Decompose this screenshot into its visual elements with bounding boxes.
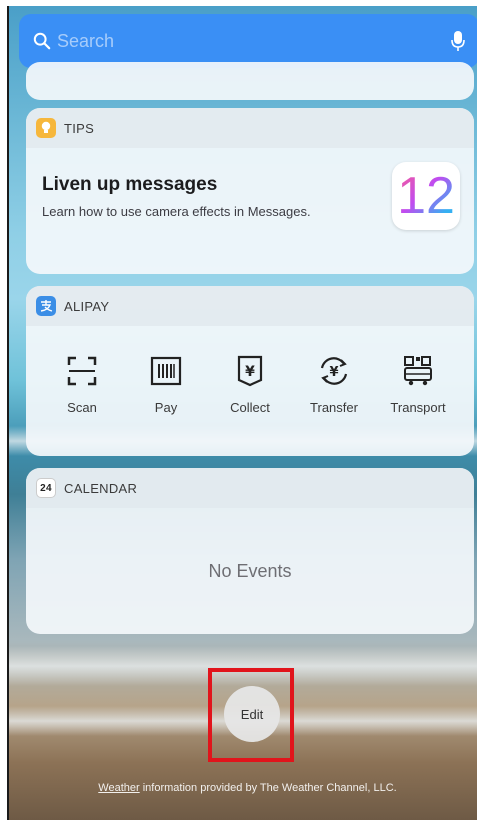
widget-partial — [26, 62, 474, 100]
today-view-screen: Search TIPS Liven up messages Learn how … — [7, 6, 477, 820]
calendar-icon-day: 24 — [40, 482, 52, 494]
qr-bus-icon — [404, 356, 432, 386]
scan-icon — [67, 356, 97, 386]
alipay-transport-button[interactable]: Transport — [376, 354, 460, 415]
calendar-no-events: No Events — [208, 560, 292, 581]
search-icon — [33, 32, 51, 50]
barcode-icon — [150, 356, 182, 386]
transport-label: Transport — [390, 400, 446, 415]
alipay-collect-button[interactable]: ¥ Collect — [208, 354, 292, 415]
alipay-transfer-button[interactable]: ¥ Transfer — [292, 354, 376, 415]
alipay-widget[interactable]: ALIPAY Scan Pay ¥ Collect ¥ Transfer Tra… — [26, 286, 474, 456]
scan-label: Scan — [67, 400, 97, 415]
weather-attribution: Weather information provided by The Weat… — [9, 782, 477, 794]
yuan-receipt-icon: ¥ — [237, 355, 263, 387]
alipay-pay-button[interactable]: Pay — [124, 354, 208, 415]
yuan-transfer-icon: ¥ — [320, 357, 348, 385]
calendar-app-name: CALENDAR — [64, 480, 138, 496]
tips-subtitle: Learn how to use camera effects in Messa… — [42, 203, 311, 219]
highlight-annotation-box — [208, 668, 294, 762]
alipay-app-name: ALIPAY — [64, 298, 110, 314]
alipay-scan-button[interactable]: Scan — [40, 354, 124, 415]
alipay-widget-header[interactable]: ALIPAY — [26, 286, 474, 326]
tips-title[interactable]: Liven up messages — [42, 174, 392, 196]
ios12-icon: 12 — [392, 162, 460, 230]
tips-widget-header[interactable]: TIPS — [26, 108, 474, 148]
search-bar[interactable]: Search — [19, 14, 477, 68]
search-placeholder[interactable]: Search — [57, 31, 451, 52]
calendar-widget[interactable]: 24 CALENDAR No Events — [26, 468, 474, 634]
transfer-label: Transfer — [310, 400, 358, 415]
attribution-text: information provided by The Weather Chan… — [139, 782, 397, 794]
microphone-icon[interactable] — [451, 30, 465, 52]
ios12-badge-text: 12 — [397, 167, 455, 225]
tips-widget[interactable]: TIPS Liven up messages Learn how to use … — [26, 108, 474, 274]
calendar-widget-header[interactable]: 24 CALENDAR — [26, 468, 474, 508]
alipay-logo-icon — [36, 296, 56, 316]
weather-link[interactable]: Weather — [98, 782, 139, 794]
pay-label: Pay — [154, 400, 178, 415]
calendar-icon: 24 — [36, 478, 56, 498]
tips-app-name: TIPS — [64, 120, 95, 136]
svg-text:¥: ¥ — [329, 365, 338, 380]
svg-text:¥: ¥ — [245, 364, 255, 380]
lightbulb-icon — [36, 118, 56, 138]
collect-label: Collect — [230, 400, 270, 415]
